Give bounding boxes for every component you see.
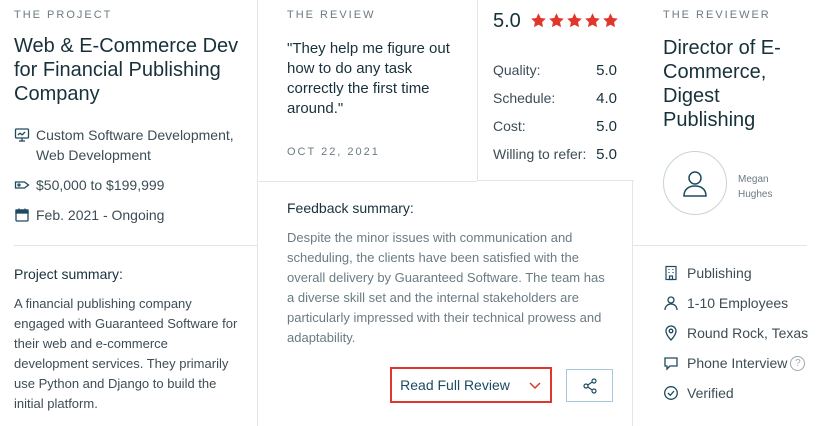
reviewer-interview-text: Phone Interview	[687, 355, 788, 371]
monitor-icon	[14, 128, 30, 142]
project-summary-label: Project summary:	[14, 266, 123, 282]
rating-label: Cost:	[493, 118, 526, 134]
rating-label: Quality:	[493, 62, 541, 78]
rating-value: 5.0	[596, 62, 617, 79]
project-services-text: Custom Software Development, Web Develop…	[36, 127, 234, 163]
star-icon	[549, 13, 564, 28]
project-summary-text: A financial publishing company engaged w…	[14, 296, 238, 411]
reviewer-employees: 1-10 Employees	[663, 295, 788, 311]
building-icon	[665, 265, 677, 281]
project-title: Web & E-Commerce Dev for Financial Publi…	[14, 35, 239, 105]
reviewer-verified: Verified	[663, 385, 734, 401]
chevron-down-icon	[529, 382, 541, 390]
share-button[interactable]	[566, 369, 613, 402]
divider	[633, 245, 807, 246]
check-circle-icon	[664, 386, 678, 400]
rating-label: Schedule:	[493, 90, 556, 106]
reviewer-name: Megan Hughes	[738, 174, 773, 200]
overall-rating: 5.0	[493, 10, 521, 32]
review-quote: "They help me figure out how to do any t…	[287, 40, 450, 117]
project-budget-text: $50,000 to $199,999	[36, 177, 165, 193]
reviewer-industry-text: Publishing	[687, 265, 752, 281]
project-timeline-text: Feb. 2021 - Ongoing	[36, 207, 165, 223]
rating-value: 4.0	[596, 90, 617, 107]
avatar	[663, 151, 727, 215]
project-eyebrow: THE PROJECT	[14, 9, 113, 21]
rating-label: Willing to refer:	[493, 146, 587, 162]
reviewer-interview: Phone Interview ?	[663, 355, 806, 371]
divider	[14, 245, 257, 246]
rating-cost: Cost: 5.0	[493, 118, 617, 135]
project-column: THE PROJECT Web & E-Commerce Dev for Fin…	[0, 0, 257, 426]
share-icon	[582, 377, 597, 394]
reviewer-verified-text: Verified	[687, 385, 734, 401]
star-icon	[531, 13, 546, 28]
project-budget: $50,000 to $199,999	[14, 175, 164, 195]
star-rating	[530, 12, 619, 29]
rating-value: 5.0	[596, 118, 617, 135]
ratings-panel: 5.0 Quality: 5.0 Schedule: 4.0 Cost: 5.0…	[477, 0, 634, 181]
reviewer-location-text: Round Rock, Texas	[687, 325, 809, 341]
help-icon[interactable]: ?	[790, 355, 806, 371]
tag-icon	[14, 181, 30, 189]
rating-willing-to-refer: Willing to refer: 5.0	[493, 146, 617, 163]
feedback-summary-label: Feedback summary:	[287, 200, 414, 216]
calendar-icon	[15, 208, 29, 222]
star-icon	[603, 13, 618, 28]
user-icon	[664, 296, 678, 311]
project-timeline: Feb. 2021 - Ongoing	[14, 205, 164, 225]
review-eyebrow: THE REVIEW	[287, 9, 376, 21]
reviewer-location: Round Rock, Texas	[663, 325, 808, 341]
reviewer-title: Director of E-Commerce, Digest Publishin…	[663, 37, 781, 131]
read-full-review-label: Read Full Review	[400, 377, 510, 393]
star-icon	[567, 13, 582, 28]
reviewer-eyebrow: THE REVIEWER	[663, 9, 771, 21]
reviewer-column: THE REVIEWER Director of E-Commerce, Dig…	[633, 0, 821, 426]
rating-schedule: Schedule: 4.0	[493, 90, 617, 107]
divider	[258, 181, 477, 182]
project-services: Custom Software Development, Web Develop…	[14, 125, 249, 165]
location-pin-icon	[665, 325, 677, 341]
feedback-summary-text: Despite the minor issues with communicat…	[287, 230, 605, 345]
user-icon	[683, 171, 707, 197]
rating-quality: Quality: 5.0	[493, 62, 617, 79]
read-full-review-button[interactable]: Read Full Review	[390, 367, 552, 403]
reviewer-industry: Publishing	[663, 265, 752, 281]
review-date: OCT 22, 2021	[287, 146, 380, 158]
reviewer-employees-text: 1-10 Employees	[687, 295, 789, 311]
star-icon	[585, 13, 600, 28]
chat-bubble-icon	[664, 357, 678, 371]
review-column: THE REVIEW "They help me figure out how …	[257, 0, 634, 426]
rating-value: 5.0	[596, 146, 617, 163]
